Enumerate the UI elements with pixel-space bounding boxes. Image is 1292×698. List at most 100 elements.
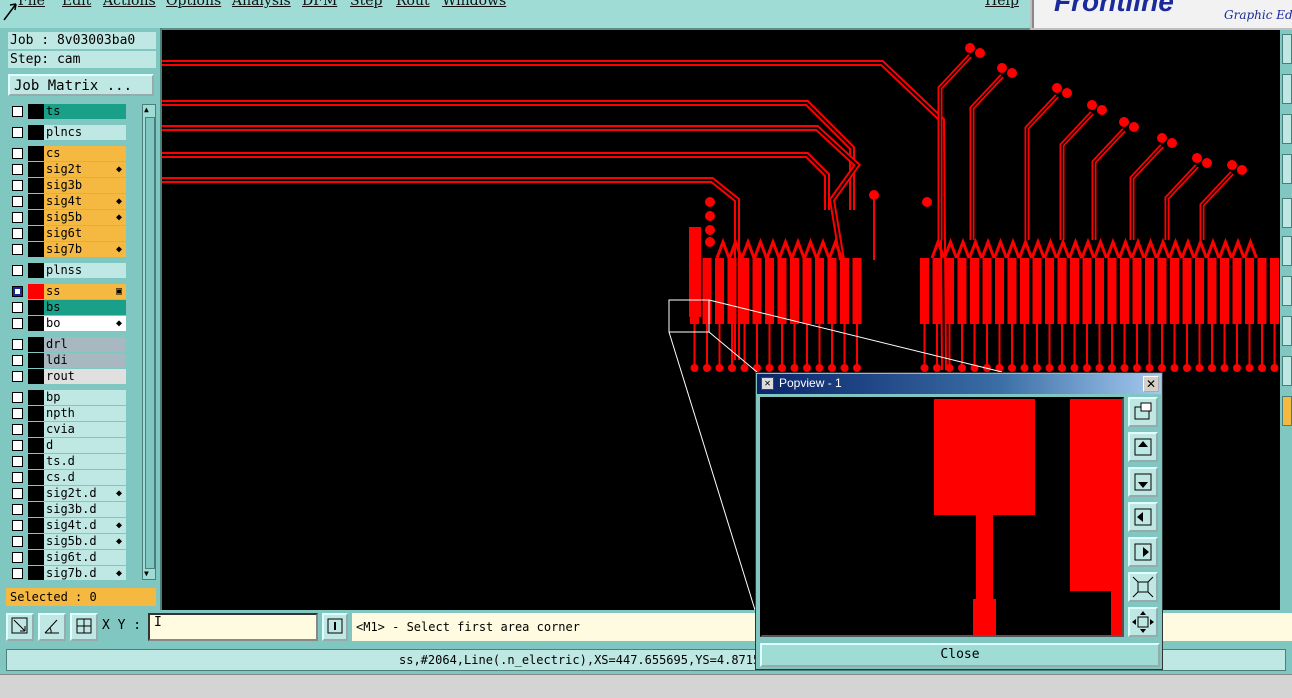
measure-button[interactable] — [38, 613, 66, 641]
layer-row-sig4t[interactable]: sig4t ◆ — [8, 194, 132, 209]
right-tool-7[interactable] — [1282, 276, 1292, 306]
layer-checkbox[interactable] — [12, 568, 23, 579]
layer-row-cs-d[interactable]: cs.d — [8, 470, 132, 485]
layer-checkbox[interactable] — [12, 392, 23, 403]
layer-color-swatch[interactable] — [28, 353, 44, 368]
grid-button[interactable] — [70, 613, 98, 641]
popview-zoom-out-button[interactable] — [1128, 572, 1158, 602]
layer-row-sig3b-d[interactable]: sig3b.d — [8, 502, 132, 517]
popview-pan-left-button[interactable] — [1128, 502, 1158, 532]
layer-checkbox[interactable] — [12, 408, 23, 419]
layer-name[interactable]: cs — [44, 146, 126, 161]
layer-list-scrollbar[interactable]: ▲ ▼ — [142, 104, 156, 580]
layer-name[interactable]: cvia — [44, 422, 126, 437]
menu-rout[interactable]: Rout — [396, 0, 430, 9]
right-tool-10[interactable] — [1282, 396, 1292, 426]
layer-name[interactable]: plncs — [44, 125, 126, 140]
layer-color-swatch[interactable] — [28, 566, 44, 580]
layer-color-swatch[interactable] — [28, 550, 44, 565]
layer-color-swatch[interactable] — [28, 518, 44, 533]
info-button[interactable] — [322, 613, 348, 641]
menu-step[interactable]: Step — [350, 0, 382, 9]
xy-input[interactable]: I — [148, 613, 318, 641]
layer-checkbox[interactable] — [12, 456, 23, 467]
layer-color-swatch[interactable] — [28, 406, 44, 421]
layer-name[interactable]: npth — [44, 406, 126, 421]
layer-checkbox[interactable] — [12, 355, 23, 366]
layer-name[interactable]: sig3b.d — [44, 502, 126, 517]
layer-checkbox[interactable] — [12, 180, 23, 191]
layer-checkbox[interactable] — [12, 318, 23, 329]
layer-checkbox[interactable] — [12, 196, 23, 207]
layer-row-sig4t-d[interactable]: sig4t.d ◆ — [8, 518, 132, 533]
right-tool-8[interactable] — [1282, 316, 1292, 346]
menu-windows[interactable]: Windows — [442, 0, 506, 9]
layer-row-ts[interactable]: ts — [8, 104, 132, 119]
layer-color-swatch[interactable] — [28, 438, 44, 453]
popview-pan-right-button[interactable] — [1128, 537, 1158, 567]
right-tool-4[interactable] — [1282, 154, 1292, 184]
scroll-up-icon[interactable]: ▲ — [144, 105, 149, 115]
layer-color-swatch[interactable] — [28, 502, 44, 517]
layer-color-swatch[interactable] — [28, 369, 44, 384]
layer-name[interactable]: sig2t.d ◆ — [44, 486, 126, 501]
layer-checkbox[interactable] — [12, 228, 23, 239]
layer-name[interactable]: plnss — [44, 263, 126, 278]
layer-checkbox[interactable] — [12, 302, 23, 313]
layer-checkbox[interactable] — [12, 164, 23, 175]
layer-color-swatch[interactable] — [28, 534, 44, 549]
layer-checkbox[interactable] — [12, 504, 23, 515]
layer-color-swatch[interactable] — [28, 210, 44, 225]
layer-color-swatch[interactable] — [28, 146, 44, 161]
layer-row-ldi[interactable]: ldi — [8, 353, 132, 368]
layer-row-bs[interactable]: bs — [8, 300, 132, 315]
layer-row-d[interactable]: d — [8, 438, 132, 453]
layer-name[interactable]: drl — [44, 337, 126, 352]
popview-zoom-fit-button[interactable] — [1128, 397, 1158, 427]
layer-checkbox[interactable] — [12, 488, 23, 499]
layer-row-cvia[interactable]: cvia — [8, 422, 132, 437]
layer-row-sig5b[interactable]: sig5b ◆ — [8, 210, 132, 225]
layer-color-swatch[interactable] — [28, 194, 44, 209]
popview-canvas[interactable] — [760, 397, 1124, 637]
layer-color-swatch[interactable] — [28, 242, 44, 257]
popview-pan-down-button[interactable] — [1128, 467, 1158, 497]
layer-color-swatch[interactable] — [28, 337, 44, 352]
layer-checkbox[interactable] — [12, 536, 23, 547]
layer-row-sig6t-d[interactable]: sig6t.d — [8, 550, 132, 565]
layer-name[interactable]: ss ▣ — [44, 284, 126, 299]
layer-row-sig2t-d[interactable]: sig2t.d ◆ — [8, 486, 132, 501]
layer-color-swatch[interactable] — [28, 284, 44, 299]
layer-name[interactable]: sig6t — [44, 226, 126, 241]
popview-titlebar[interactable]: ✕ Popview - 1 ✕ — [757, 374, 1161, 394]
layer-checkbox[interactable] — [12, 106, 23, 117]
layer-name[interactable]: sig2t ◆ — [44, 162, 126, 177]
layer-checkbox[interactable] — [12, 440, 23, 451]
scroll-down-icon[interactable]: ▼ — [144, 569, 149, 579]
layer-name[interactable]: sig6t.d — [44, 550, 126, 565]
popview-pan-all-button[interactable] — [1128, 607, 1158, 637]
menu-file[interactable]: File — [18, 0, 45, 9]
menu-edit[interactable]: Edit — [62, 0, 91, 9]
layer-name[interactable]: d — [44, 438, 126, 453]
layer-row-rout[interactable]: rout — [8, 369, 132, 384]
layer-row-sig7b[interactable]: sig7b ◆ — [8, 242, 132, 257]
layer-name[interactable]: bp — [44, 390, 126, 405]
layer-color-swatch[interactable] — [28, 178, 44, 193]
layer-color-swatch[interactable] — [28, 162, 44, 177]
layer-row-bo[interactable]: bo ◆ — [8, 316, 132, 331]
layer-color-swatch[interactable] — [28, 422, 44, 437]
layer-name[interactable]: ts — [44, 104, 126, 119]
layer-color-swatch[interactable] — [28, 263, 44, 278]
layer-checkbox[interactable] — [12, 286, 23, 297]
layer-name[interactable]: sig4t ◆ — [44, 194, 126, 209]
right-tool-2[interactable] — [1282, 74, 1292, 104]
popview-close-button[interactable]: Close — [760, 643, 1160, 667]
right-tool-3[interactable] — [1282, 114, 1292, 144]
layer-checkbox[interactable] — [12, 371, 23, 382]
job-matrix-button[interactable]: Job Matrix ... — [8, 74, 154, 96]
layer-row-ts-d[interactable]: ts.d — [8, 454, 132, 469]
layer-name[interactable]: bo ◆ — [44, 316, 126, 331]
layer-checkbox[interactable] — [12, 212, 23, 223]
layer-checkbox[interactable] — [12, 552, 23, 563]
